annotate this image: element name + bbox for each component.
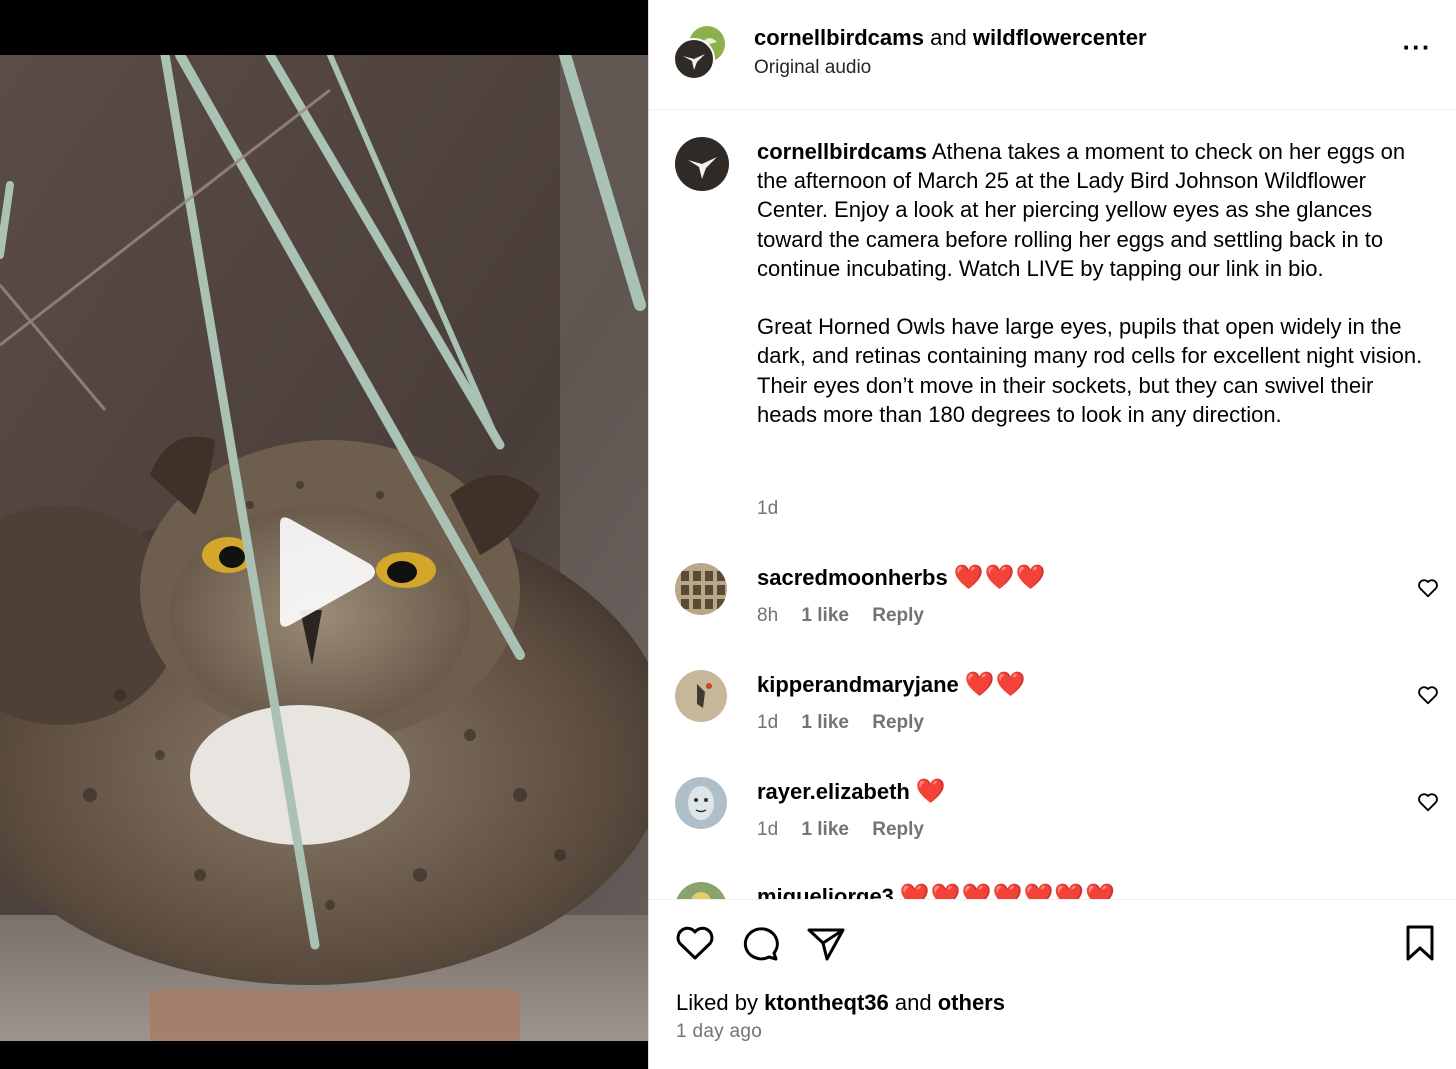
more-options-button[interactable]: ··· — [1397, 34, 1437, 68]
comment-text: ❤️❤️❤️❤️❤️❤️❤️ — [899, 883, 1117, 899]
caption-avatar[interactable] — [675, 137, 729, 191]
comment-avatar[interactable] — [675, 670, 727, 722]
audio-link[interactable]: Original audio — [754, 55, 871, 81]
reply-button[interactable]: Reply — [872, 819, 924, 840]
play-button[interactable] — [266, 514, 382, 630]
liked-by-user[interactable]: ktontheqt36 — [764, 990, 889, 1015]
comment-item: migueljorge3 ❤️❤️❤️❤️❤️❤️❤️ — [649, 882, 1456, 899]
post-header: cornellbirdcams and wildflowercenter Ori… — [649, 0, 1456, 110]
reply-button[interactable]: Reply — [872, 605, 924, 626]
comment-text: ❤️ — [915, 778, 947, 805]
comment-line: kipperandmaryjane ❤️❤️ — [757, 670, 1027, 700]
comment-item: rayer.elizabeth ❤️ 1d 1 like Reply — [649, 777, 1456, 877]
liked-by-joiner: and — [894, 990, 932, 1015]
comment-meta: 8h 1 like Reply — [757, 605, 942, 627]
comment-item: sacredmoonherbs ❤️❤️❤️ 8h 1 like Reply — [649, 563, 1456, 663]
liked-by-prefix: Liked by — [676, 990, 758, 1015]
comment-meta: 1d 1 like Reply — [757, 819, 942, 841]
post-caption: cornellbirdcams Athena takes a moment to… — [757, 137, 1427, 429]
comments-area[interactable]: cornellbirdcams Athena takes a moment to… — [649, 110, 1456, 899]
comment-line: migueljorge3 ❤️❤️❤️❤️❤️❤️❤️ — [757, 882, 1116, 899]
comment-text: ❤️❤️ — [964, 671, 1027, 698]
post-authors: cornellbirdcams and wildflowercenter — [754, 22, 1147, 54]
post-panel: cornellbirdcams and wildflowercenter Ori… — [648, 0, 1456, 1069]
bird-logo-icon — [688, 157, 717, 179]
comment-username[interactable]: sacredmoonherbs — [757, 565, 948, 590]
media-pane — [0, 0, 648, 1069]
comment-time[interactable]: 8h — [757, 605, 778, 626]
comment-meta: 1d 1 like Reply — [757, 712, 942, 734]
comment-text: ❤️❤️❤️ — [953, 564, 1047, 591]
comment-time[interactable]: 1d — [757, 819, 778, 840]
authors-joiner: and — [930, 25, 967, 50]
comment-username[interactable]: rayer.elizabeth — [757, 779, 910, 804]
comment-like-heart-icon[interactable] — [1417, 791, 1439, 813]
post-footer: Liked by ktontheqt36 and others 1 day ag… — [649, 899, 1456, 1069]
comment-item: kipperandmaryjane ❤️❤️ 1d 1 like Reply — [649, 670, 1456, 770]
liked-by: Liked by ktontheqt36 and others — [676, 988, 1005, 1018]
comment-avatar[interactable] — [675, 777, 727, 829]
bird-logo-icon — [683, 54, 705, 70]
bookmark-icon[interactable] — [1399, 922, 1441, 964]
post-time-ago[interactable]: 1 day ago — [676, 1021, 762, 1043]
comment-like-heart-icon[interactable] — [1417, 684, 1439, 706]
share-icon[interactable] — [805, 922, 847, 964]
comment-likes[interactable]: 1 like — [801, 605, 849, 626]
author-username-1[interactable]: cornellbirdcams — [754, 25, 924, 50]
comment-avatar[interactable] — [675, 563, 727, 615]
comment-avatar[interactable] — [675, 882, 727, 899]
collab-avatars[interactable] — [673, 24, 729, 80]
comment-line: sacredmoonherbs ❤️❤️❤️ — [757, 563, 1046, 593]
caption-username[interactable]: cornellbirdcams — [757, 139, 927, 164]
comment-time[interactable]: 1d — [757, 712, 778, 733]
comment-username[interactable]: kipperandmaryjane — [757, 672, 959, 697]
comment-line: rayer.elizabeth ❤️ — [757, 777, 947, 807]
caption-text-2: Great Horned Owls have large eyes, pupil… — [757, 314, 1423, 427]
caption-timestamp[interactable]: 1d — [757, 498, 778, 520]
liked-by-others[interactable]: others — [938, 990, 1005, 1015]
reply-button[interactable]: Reply — [872, 712, 924, 733]
more-options-icon: ··· — [1402, 32, 1432, 62]
cornellbirdcams-avatar[interactable] — [673, 38, 715, 80]
comment-likes[interactable]: 1 like — [801, 819, 849, 840]
comment-likes[interactable]: 1 like — [801, 712, 849, 733]
play-icon — [280, 517, 375, 627]
comment-icon[interactable] — [739, 922, 781, 964]
author-username-2[interactable]: wildflowercenter — [973, 25, 1147, 50]
comment-like-heart-icon[interactable] — [1417, 577, 1439, 599]
heart-icon[interactable] — [674, 922, 716, 964]
comment-username[interactable]: migueljorge3 — [757, 884, 894, 899]
